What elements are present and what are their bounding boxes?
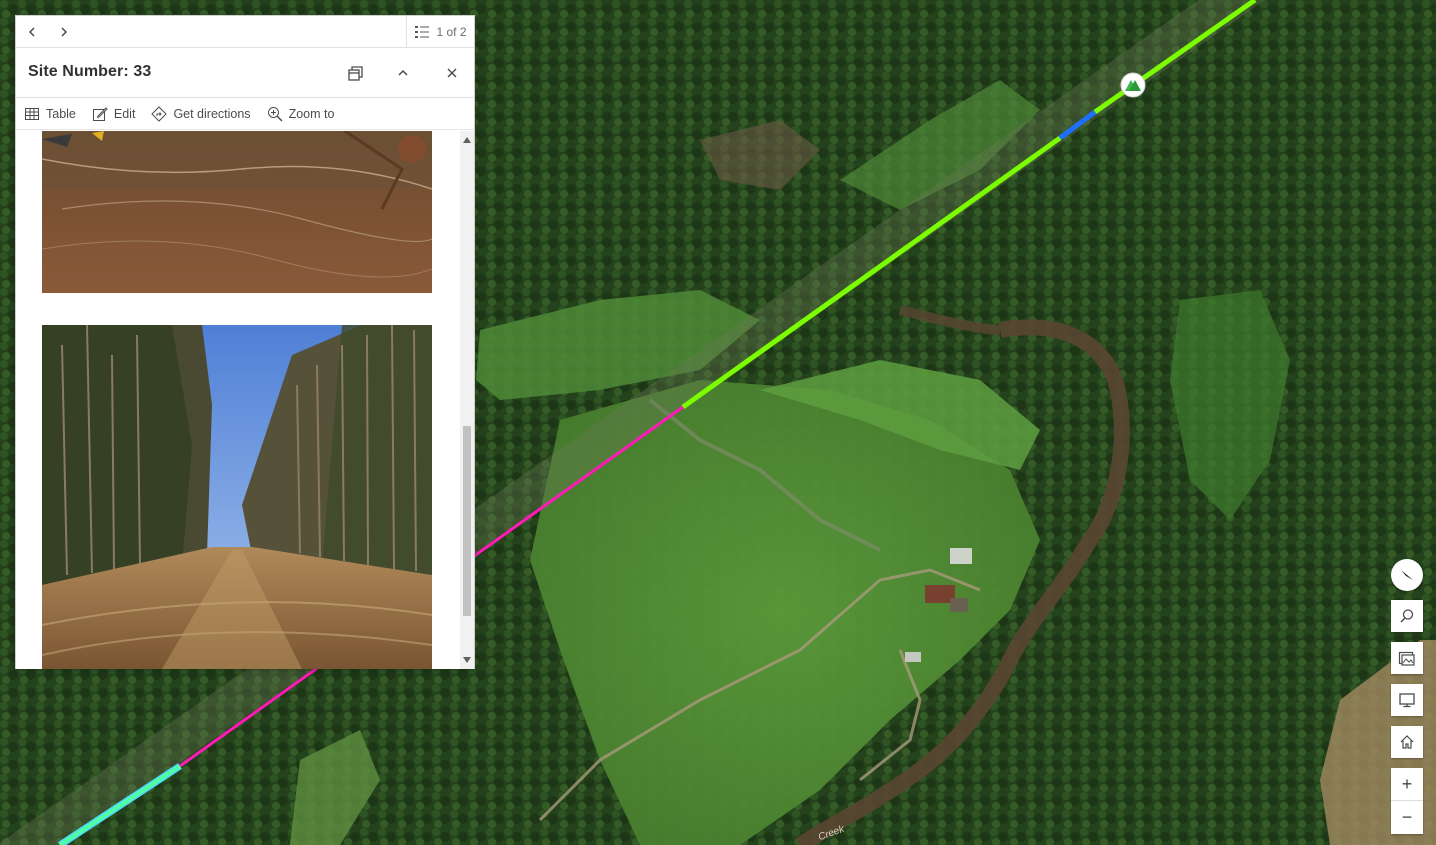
scroll-up-arrow[interactable] <box>460 133 474 147</box>
zoom-to-label: Zoom to <box>288 106 335 121</box>
zoom-to-icon <box>267 106 283 122</box>
search-button[interactable] <box>1391 600 1423 632</box>
table-action[interactable]: Table <box>24 106 76 122</box>
collapse-button[interactable] <box>387 57 419 89</box>
edit-icon <box>92 106 108 121</box>
popup-header: Site Number: 33 <box>16 48 474 98</box>
triangle-down-icon <box>463 657 471 663</box>
feature-popup: 1 of 2 Site Number: 33 Table Edit Get di… <box>15 15 475 669</box>
zoom-in-button[interactable]: + <box>1391 768 1423 801</box>
get-directions-action[interactable]: Get directions <box>151 105 251 122</box>
basemap-button[interactable] <box>1391 642 1423 674</box>
site-marker-icon[interactable] <box>1120 72 1146 98</box>
popup-title: Site Number: 33 <box>28 63 152 80</box>
feature-list-button[interactable]: 1 of 2 <box>406 16 474 48</box>
zoom-to-action[interactable]: Zoom to <box>267 106 335 122</box>
get-directions-label: Get directions <box>173 106 251 121</box>
table-icon <box>25 107 39 120</box>
close-button[interactable] <box>436 57 468 89</box>
directions-icon <box>151 105 168 122</box>
zoom-controls: + − <box>1391 768 1423 834</box>
chevron-left-icon <box>28 27 35 37</box>
compass-icon <box>1401 570 1413 580</box>
table-label: Table <box>46 106 76 121</box>
compass-button[interactable] <box>1391 559 1423 591</box>
triangle-up-icon <box>463 137 471 143</box>
pager-text: 1 of 2 <box>436 25 467 39</box>
basemap-gallery-icon <box>1398 651 1415 666</box>
scroll-down-arrow[interactable] <box>460 653 474 667</box>
fullscreen-button[interactable] <box>1391 684 1423 716</box>
previous-feature-button[interactable] <box>16 16 48 48</box>
edit-label: Edit <box>113 106 136 121</box>
zoom-out-button[interactable]: − <box>1391 801 1423 834</box>
popup-navigation: 1 of 2 <box>16 16 474 48</box>
home-button[interactable] <box>1391 726 1423 758</box>
dock-icon <box>348 66 363 81</box>
list-icon <box>415 26 430 38</box>
monitor-icon <box>1399 693 1415 708</box>
cleared-corridor-photo <box>42 325 432 669</box>
close-icon <box>447 68 457 78</box>
cleared-ground-photo <box>42 131 432 293</box>
action-bar: Table Edit Get directions Zoom to <box>16 98 474 130</box>
dock-button[interactable] <box>340 57 372 89</box>
home-icon <box>1400 735 1414 749</box>
search-icon <box>1400 609 1414 623</box>
popup-content[interactable] <box>16 131 474 669</box>
scroll-thumb[interactable] <box>463 426 471 616</box>
chevron-up-icon <box>398 69 408 76</box>
popup-scrollbar[interactable] <box>460 131 474 669</box>
chevron-right-icon <box>61 27 68 37</box>
edit-action[interactable]: Edit <box>92 106 136 122</box>
next-feature-button[interactable] <box>48 16 80 48</box>
